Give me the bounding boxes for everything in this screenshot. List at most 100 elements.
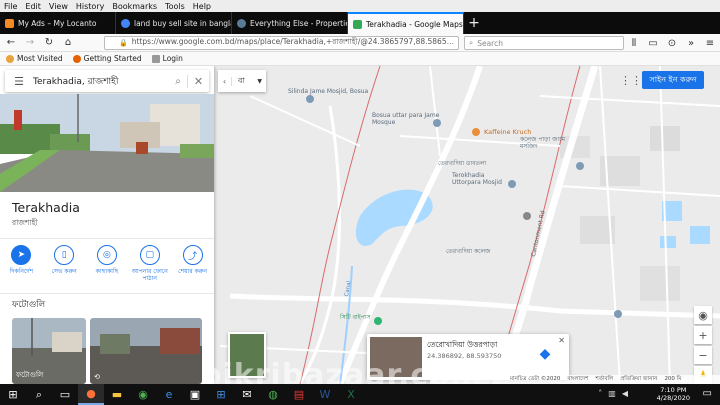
lock-icon: 🔒 [119, 39, 128, 47]
hamburger-menu-icon[interactable]: ≡ [702, 35, 718, 51]
save-button[interactable]: ▯ সেভ করুন [44, 245, 84, 293]
network-icon[interactable]: ▥ [608, 389, 616, 398]
system-tray[interactable]: ˄ ▥ ◀ [598, 389, 628, 398]
search-icon: ⌕ [469, 38, 474, 47]
overflow-icon[interactable]: » [683, 35, 699, 51]
tab-land-buy-sell[interactable]: land buy sell site in bangladesh [116, 12, 232, 34]
edge-icon[interactable]: e [156, 384, 182, 405]
site-favicon-icon [237, 18, 246, 28]
page-actions-icon[interactable]: ⋯ [447, 39, 455, 48]
tab-google-maps[interactable]: Terakhadia - Google Maps ✕ [348, 12, 464, 34]
library-icon[interactable]: ⫴ [626, 35, 642, 51]
terms-link[interactable]: শর্তাবলি [595, 376, 613, 384]
search-placeholder: Search [477, 38, 503, 48]
home-icon[interactable]: ⌂ [60, 35, 76, 51]
menu-file[interactable]: File [4, 2, 17, 11]
share-button[interactable]: ⤴ শেয়ার করুন [173, 245, 213, 293]
search-icon[interactable]: ⌕ [169, 76, 187, 87]
place-title: Terakhadia [12, 200, 80, 215]
maps-app-icon[interactable]: ◍ [260, 384, 286, 405]
feedback-link[interactable]: প্রতিক্রিয়া জানান [620, 376, 657, 384]
place-hero-image[interactable] [0, 94, 214, 192]
forward-button[interactable]: → [22, 35, 38, 51]
street-view-thumbnail[interactable]: ⟲ [90, 318, 202, 384]
excel-icon[interactable]: X [338, 384, 364, 405]
scale-label: 200 মি [664, 375, 682, 382]
zoom-out-button[interactable]: − [694, 346, 712, 364]
volume-icon[interactable]: ◀ [622, 389, 628, 398]
menu-tools[interactable]: Tools [165, 2, 185, 11]
chrome-icon[interactable]: ◉ [130, 384, 156, 405]
tab-everything-else[interactable]: Everything Else - Properties & Re [232, 12, 348, 34]
maps-search-box[interactable]: ☰ Terakhadia, রাজশাহী ⌕ ✕ [5, 70, 209, 92]
photo-thumbnail[interactable]: ফটোগুলি [12, 318, 86, 384]
url-bar[interactable]: 🔒 https://www.google.com.bd/maps/place/T… [104, 36, 459, 50]
zoom-in-button[interactable]: + [694, 326, 712, 344]
windows-icon[interactable]: ⊞ [208, 384, 234, 405]
system-clock[interactable]: 7:10 PM 4/28/2020 [657, 386, 690, 402]
bookmarks-bar: Most Visited Getting Started Login [0, 52, 720, 66]
task-view-icon[interactable]: ▭ [52, 384, 78, 405]
reload-button[interactable]: ↻ [41, 35, 57, 51]
clock-date: 4/28/2020 [656, 394, 690, 402]
my-location-icon[interactable]: ◉ [694, 306, 712, 324]
store-icon[interactable]: ▣ [182, 384, 208, 405]
collapse-icon[interactable]: ‹ [218, 76, 232, 86]
bookmark-getting-started[interactable]: Getting Started [72, 54, 142, 63]
nearby-icon: ◎ [96, 245, 117, 265]
pdf-icon[interactable]: ▤ [286, 384, 312, 405]
nearby-button[interactable]: ◎ কাছাকাছি [87, 245, 127, 293]
sidebar-icon[interactable]: ▭ [645, 35, 661, 51]
bookmark-most-visited[interactable]: Most Visited [6, 54, 63, 63]
new-tab-button[interactable]: + [464, 12, 484, 34]
menu-bookmarks[interactable]: Bookmarks [112, 2, 157, 11]
sync-icon[interactable]: ⊙ [664, 35, 680, 51]
chevron-up-icon[interactable]: ˄ [598, 389, 602, 398]
bookmark-label: Getting Started [83, 54, 142, 63]
menu-view[interactable]: View [49, 2, 68, 11]
action-label: দিকনির্দেশ [9, 268, 34, 275]
menu-history[interactable]: History [76, 2, 104, 11]
firefox-icon[interactable]: ● [78, 384, 104, 405]
sign-in-button[interactable]: সাইন ইন করুন [642, 71, 704, 89]
back-button[interactable]: ← [3, 35, 19, 51]
country-label: বাংলাদেশ [567, 375, 589, 382]
close-icon[interactable]: ✕ [558, 336, 565, 345]
map-label: কলেজ পাড়া জামে মসজিদ [520, 136, 565, 150]
zoom-controls: ◉ + − ♟ [694, 306, 712, 384]
directions-arrow-icon[interactable]: ◆ [535, 346, 555, 366]
menu-edit[interactable]: Edit [25, 2, 41, 11]
map-viewport[interactable]: Silinda Jame Mosjid, Bosua Bosua uttar p… [0, 66, 720, 384]
windows-taskbar: ⊞ ⌕ ▭ ● ▬ ◉ e ▣ ⊞ ✉ ◍ ▤ W X ˄ ▥ ◀ 7:10 P… [0, 384, 720, 405]
street-view-image [90, 318, 202, 384]
notification-icon[interactable]: ▭ [703, 388, 712, 399]
bookmark-login[interactable]: Login [151, 54, 183, 63]
map-layer-control[interactable]: ‹ বা ▼ [218, 70, 266, 92]
page-icon [151, 54, 160, 63]
language-label: বা [238, 75, 245, 85]
search-input[interactable]: ⌕ Search [464, 36, 624, 50]
search-icon[interactable]: ⌕ [26, 384, 52, 405]
place-actions: ➤ দিকনির্দেশ ▯ সেভ করুন ◎ কাছাকাছি ▢ আপন… [0, 238, 214, 294]
maps-search-input[interactable]: Terakhadia, রাজশাহী [33, 74, 118, 89]
tab-locanto[interactable]: My Ads – My Locanto [0, 12, 116, 34]
mail-icon[interactable]: ✉ [234, 384, 260, 405]
send-to-phone-button[interactable]: ▢ আপনার ফোনে পাঠান [130, 245, 170, 293]
menu-help[interactable]: Help [193, 2, 211, 11]
windows-start-icon[interactable]: ⊞ [0, 384, 26, 405]
menu-icon[interactable]: ☰ [5, 75, 33, 88]
location-title: তেরোখাদিয়া উত্তরপাড়া [427, 340, 498, 349]
bookmark-icon: ▯ [54, 245, 75, 265]
close-icon[interactable]: ✕ [187, 74, 209, 88]
word-icon[interactable]: W [312, 384, 338, 405]
menu-bar: File Edit View History Bookmarks Tools H… [0, 0, 720, 12]
map-label: Silinda Jame Mosjid, Bosua [288, 88, 369, 95]
toolbar-right: ⫴ ▭ ⊙ » ≡ [623, 35, 718, 51]
clock-time: 7:10 PM [660, 386, 687, 394]
action-label: শেয়ার করুন [178, 268, 207, 275]
directions-icon: ➤ [11, 245, 32, 265]
directions-button[interactable]: ➤ দিকনির্দেশ [1, 245, 41, 293]
share-icon: ⤴ [182, 245, 203, 265]
firefox-icon [72, 54, 81, 63]
file-explorer-icon[interactable]: ▬ [104, 384, 130, 405]
